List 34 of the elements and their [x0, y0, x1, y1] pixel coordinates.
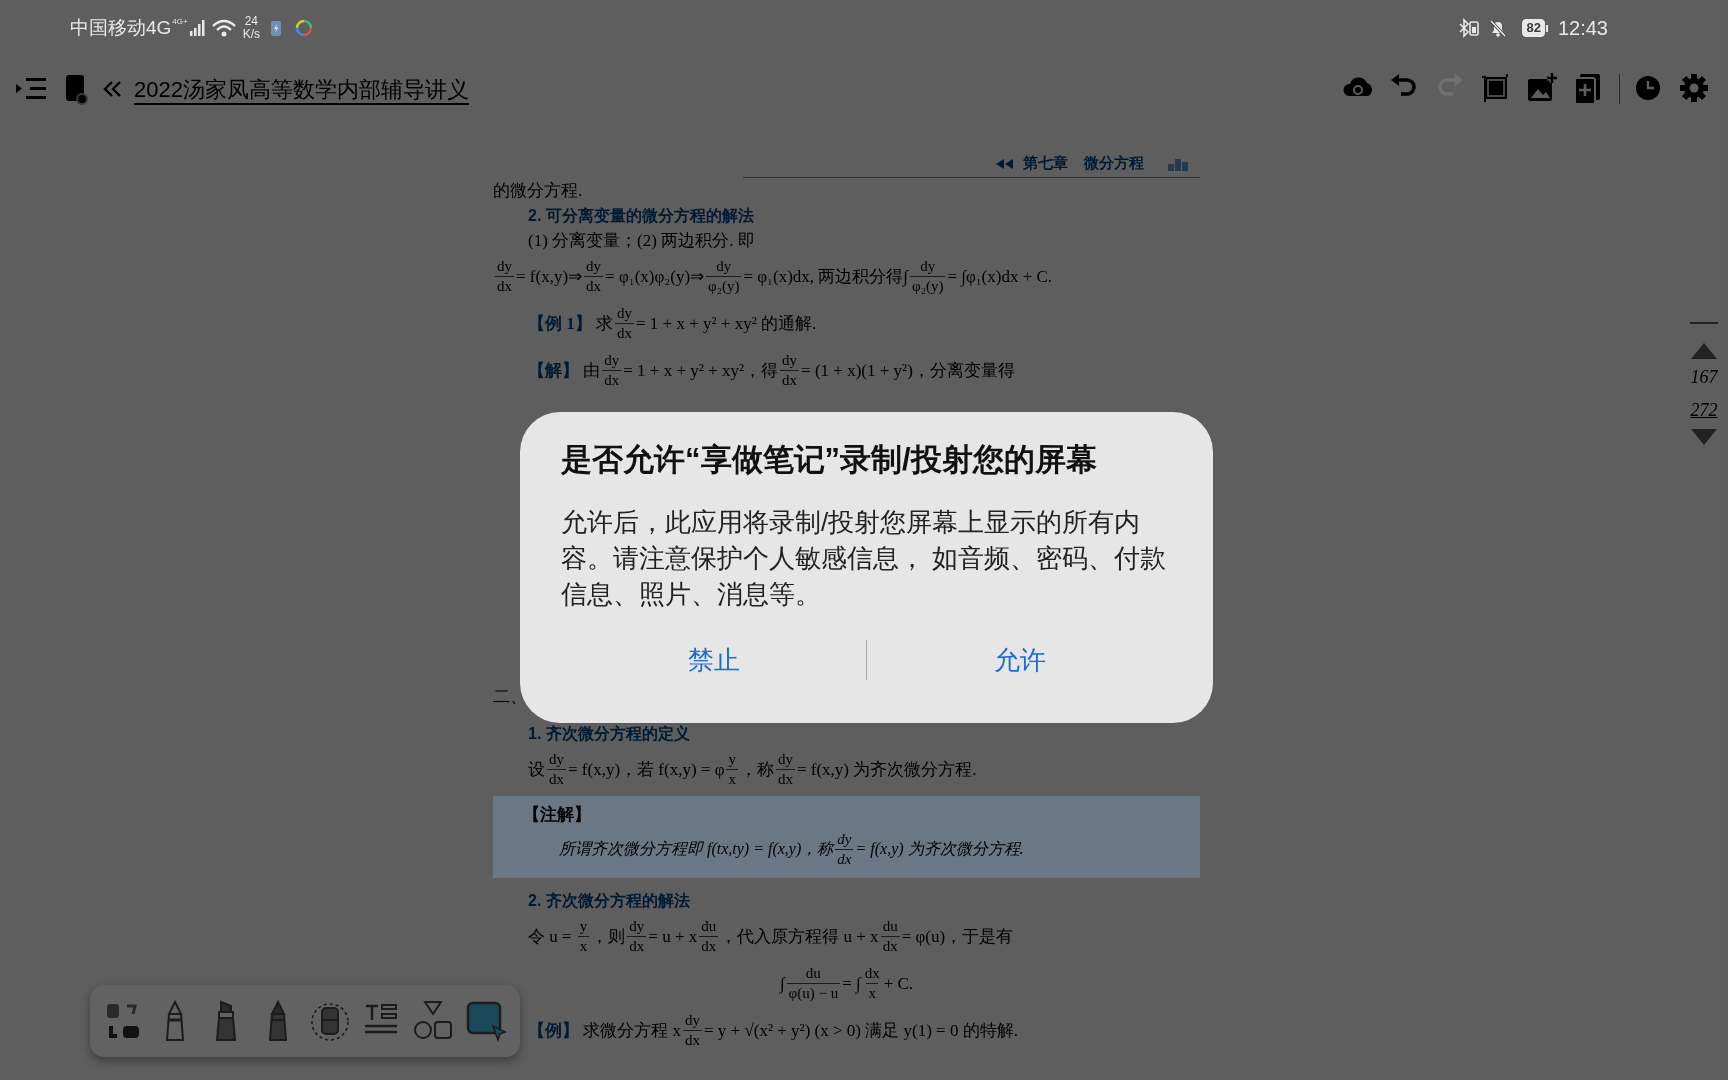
section-heading: 2. 可分离变量的微分方程的解法	[527, 205, 755, 226]
network-type-text: 4G+	[172, 16, 188, 28]
section-heading: 1. 齐次微分方程的定义	[527, 723, 691, 744]
total-page-count: 272	[1690, 399, 1718, 422]
muted-bell-icon	[1488, 18, 1509, 38]
bluetooth-icon	[1456, 18, 1481, 38]
page-down-icon[interactable]	[1690, 428, 1718, 446]
charging-battery-icon	[270, 19, 283, 37]
text-line: 二、	[493, 685, 528, 708]
text-line: 的微分方程.	[493, 179, 584, 202]
signal-icon	[188, 19, 205, 37]
document-title: 2022汤家凤高等数学内部辅导讲义	[134, 75, 469, 104]
clock-time: 12:43	[1557, 16, 1608, 41]
current-page-number: 167	[1690, 366, 1718, 389]
battery-indicator: 82	[1522, 19, 1548, 37]
page-up-icon[interactable]	[1690, 342, 1718, 360]
chapter-text: 第七章	[1023, 153, 1068, 174]
ring-icon	[294, 18, 315, 38]
wifi-icon	[210, 18, 237, 38]
note-label: 【注解】	[523, 804, 592, 826]
eraser-icon[interactable]	[309, 1000, 352, 1042]
speed-unit-text: K/s	[242, 28, 261, 41]
dialog-message: 允许后，此应用将录制/投射您屏幕上显示的所有内容。请注意保护个人敏感信息， 如音频、密码、付款信息、照片、消息等。	[561, 506, 1168, 611]
deny-button[interactable]: 禁止	[561, 636, 866, 684]
speed-text: 24	[244, 15, 259, 28]
text-line: (1) 分离变量；(2) 两边积分. 即	[527, 229, 756, 252]
dialog-title: 是否允许“享做笔记”录制/投射您的屏幕	[561, 441, 1098, 479]
allow-button[interactable]: 允许	[867, 636, 1172, 684]
scroll-handle	[1690, 322, 1718, 324]
rewind-icon	[995, 157, 1015, 170]
selection-tool-icon[interactable]	[465, 1000, 508, 1042]
section-heading: 2. 齐次微分方程的解法	[527, 890, 691, 911]
chapter-title: 微分方程	[1084, 153, 1144, 174]
carrier-text: 中国移动4G	[70, 15, 172, 40]
